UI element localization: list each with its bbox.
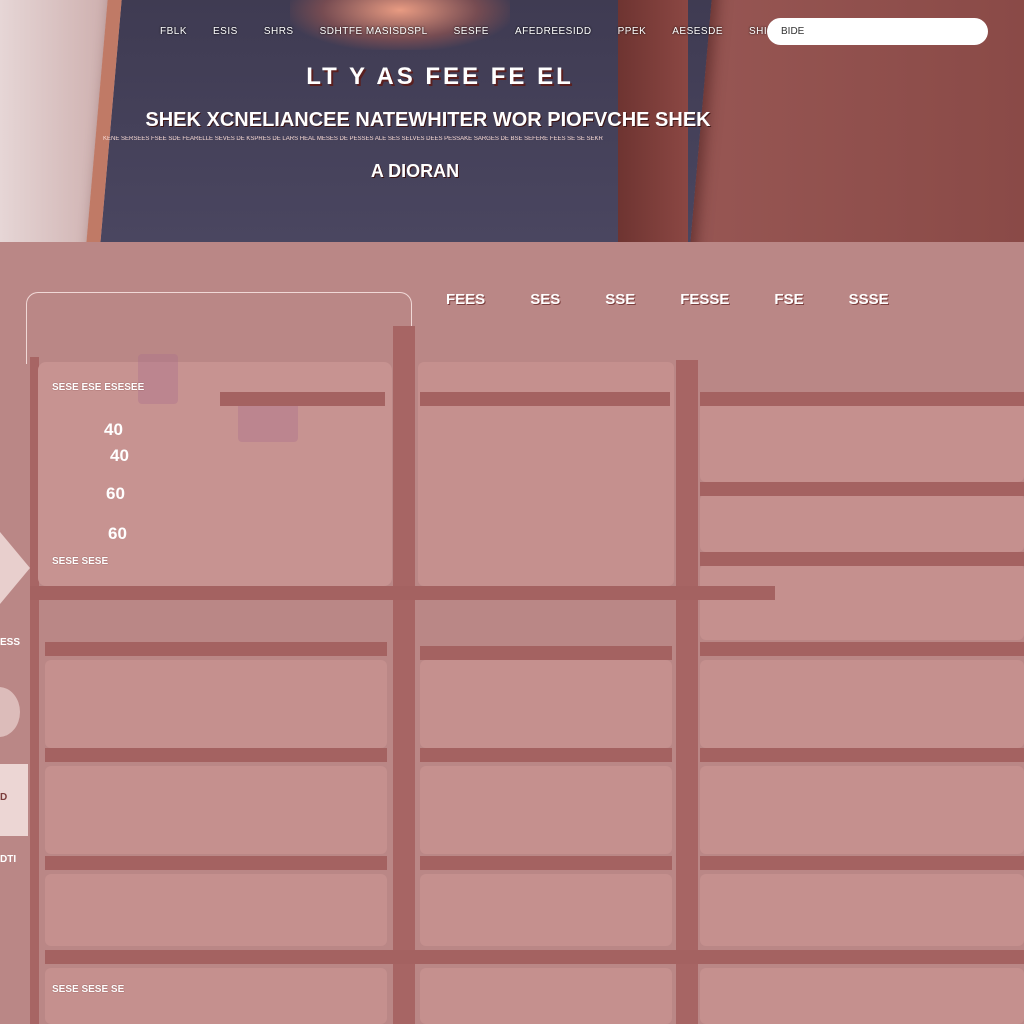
shelf-bar: [420, 856, 672, 870]
shelf-bar: [700, 552, 1024, 566]
hero-fine-print: KENE SERSEES FSEE SDE FEARELLE SEVES DE …: [103, 136, 603, 142]
search-placeholder: BIDE: [781, 26, 805, 37]
content-cell[interactable]: [700, 564, 1024, 640]
panel-frame: [26, 292, 412, 364]
shelf-bar: [700, 392, 1024, 406]
tab-4[interactable]: FESSE: [680, 291, 729, 308]
nav-item[interactable]: PPEK: [618, 26, 647, 37]
content-cell[interactable]: [420, 874, 672, 946]
side-label: DTI: [0, 854, 17, 865]
stat-number: 60: [106, 484, 125, 503]
content-cell[interactable]: [700, 766, 1024, 854]
hero-banner: FBLK ESIS SHRS SDHTFE MASISDSPL SESFE AF…: [0, 0, 1024, 242]
content-cell[interactable]: [420, 660, 672, 748]
content-cell[interactable]: [420, 766, 672, 854]
shelf-bar: [45, 642, 387, 656]
ghost-item: [138, 354, 178, 404]
shelf-bar: [220, 392, 385, 406]
shelf-bar: [420, 392, 670, 406]
content-cell[interactable]: [420, 968, 672, 1024]
hero-byline: A DIORAN: [370, 161, 460, 181]
shelf-bar: [45, 856, 387, 870]
content-cell[interactable]: [45, 968, 387, 1024]
search-input[interactable]: BIDE: [767, 18, 988, 45]
content-cell[interactable]: [700, 660, 1024, 748]
content-cell[interactable]: [700, 874, 1024, 946]
nav-item[interactable]: SDHTFE MASISDSPL: [320, 26, 428, 37]
nav-item[interactable]: SESFE: [454, 26, 489, 37]
stat-number: 40: [110, 446, 129, 465]
shelf-post: [676, 360, 698, 1024]
prev-arrow-icon[interactable]: [0, 532, 30, 604]
content-cell[interactable]: [700, 968, 1024, 1024]
side-panel-tab[interactable]: D: [0, 764, 28, 836]
shelf-bar: [700, 482, 1024, 496]
shelf-bar: [700, 856, 1024, 870]
content-cell[interactable]: [45, 874, 387, 946]
content-cell[interactable]: [700, 494, 1024, 552]
shelf-bar: [45, 748, 387, 762]
main-content: FEES SES SSE FESSE FSE SSSE SESE ESE ESE…: [0, 242, 1024, 1024]
nav-item[interactable]: ESIS: [213, 26, 238, 37]
shelf-bar: [420, 748, 672, 762]
shelf-bar: [30, 586, 775, 600]
content-cell[interactable]: [45, 660, 387, 748]
hero-subtitle: SHEK XCNELIANCEE NATEWHITER WOR PIOFVCHE…: [145, 109, 711, 131]
shelf-bar: [700, 642, 1024, 656]
footer-label: SESE SESE SE: [52, 984, 125, 995]
panel-top-label: SESE ESE ESESEE: [52, 382, 145, 393]
shelf-bar: [420, 646, 672, 660]
tab-2[interactable]: SES: [530, 291, 560, 308]
shelf-post: [393, 326, 415, 1024]
stat-number: 60: [108, 524, 127, 543]
book-illustration: [290, 0, 510, 50]
top-navigation: FBLK ESIS SHRS SDHTFE MASISDSPL SESFE AF…: [160, 26, 800, 37]
hero-title: LT Y AS FEE FE EL: [306, 63, 574, 90]
shelf-bar: [700, 748, 1024, 762]
tab-3[interactable]: SSE: [605, 291, 635, 308]
side-label: ESS: [0, 637, 21, 648]
panel-bottom-label: SESE SESE: [52, 556, 109, 567]
shelf-bar: [45, 950, 1024, 964]
tab-5[interactable]: FSE: [774, 291, 803, 308]
ghost-item: [238, 402, 298, 442]
content-cell[interactable]: [700, 402, 1024, 482]
content-cell[interactable]: [45, 766, 387, 854]
tab-6[interactable]: SSSE: [849, 291, 889, 308]
nav-item[interactable]: AFEDREESIDD: [515, 26, 592, 37]
side-circle-button[interactable]: [0, 687, 20, 737]
tab-1[interactable]: FEES: [446, 291, 485, 308]
nav-item[interactable]: FBLK: [160, 26, 187, 37]
nav-item[interactable]: SHRS: [264, 26, 294, 37]
stat-number: 40: [104, 420, 123, 439]
side-tab-label: D: [0, 792, 8, 803]
nav-item[interactable]: AESESDE: [672, 26, 723, 37]
category-tabs: FEES SES SSE FESSE FSE SSSE: [446, 291, 934, 308]
